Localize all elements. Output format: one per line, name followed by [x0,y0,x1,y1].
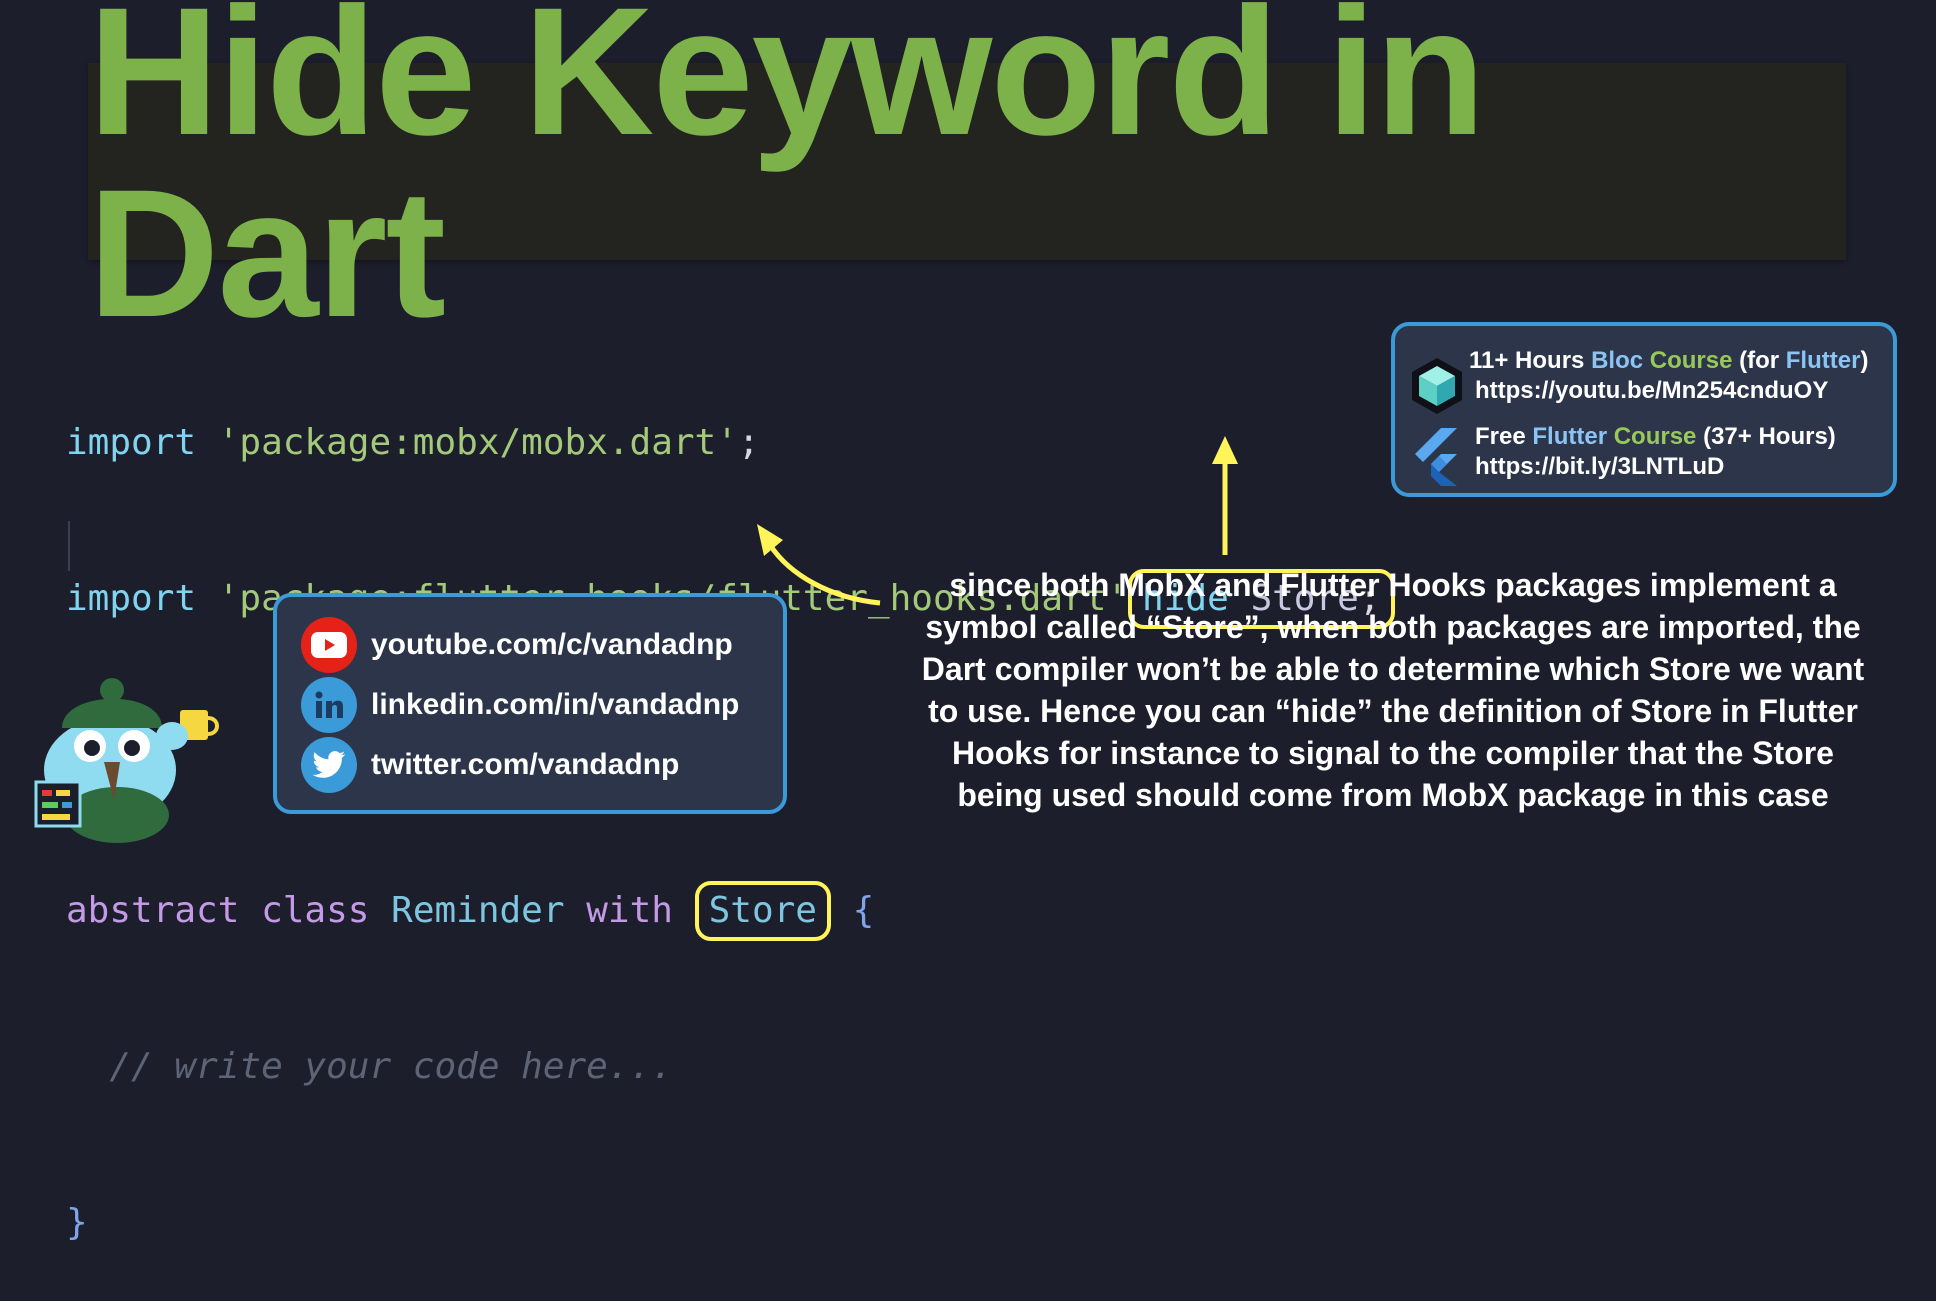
twitter-label[interactable]: twitter.com/vandadnp [371,748,679,782]
cube-icon [1412,358,1462,414]
flutter-word: Flutter [1532,423,1608,450]
explanation-line: Hooks for instance to signal to the comp… [952,735,1834,771]
keyword-class: class [261,890,370,931]
keyword-abstract: abstract [66,890,240,931]
hours-note: (37+ Hours) [1696,423,1836,450]
linkedin-icon [301,677,357,733]
bloc-course-link[interactable]: https://youtu.be/Mn254cnduOY [1475,376,1868,406]
code-line-4: abstract class Reminder with Store { [66,881,1395,941]
keyword-import: import [66,578,197,619]
flutter-course-info[interactable]: Free Flutter Course (37+ Hours) https://… [1475,422,1836,482]
flutter-word: Flutter [1785,347,1861,374]
mascot-image [34,678,219,843]
open-brace: { [852,890,875,931]
flutter-course-link[interactable]: https://bit.ly/3LNTLuD [1475,452,1836,482]
free-word: Free [1475,423,1533,450]
explanation-line: being used should come from MobX package… [957,777,1829,813]
keyword-with: with [586,890,673,931]
indent-guide [68,521,70,571]
explanation-line: to use. Hence you can “hide” the definit… [928,693,1858,729]
course-word: Course [1613,423,1697,450]
paren: ) [1860,347,1869,374]
for-word: (for [1732,347,1786,374]
youtube-label[interactable]: youtube.com/c/vandadnp [371,628,733,662]
bloc-course-info[interactable]: 11+ Hours Bloc Course (for Flutter) http… [1469,346,1868,406]
course-card[interactable]: 11+ Hours Bloc Course (for Flutter) http… [1391,322,1897,497]
explanation-line: since both MobX and Flutter Hooks packag… [949,567,1837,603]
linkedin-label[interactable]: linkedin.com/in/vandadnp [371,688,739,722]
linkedin-link[interactable]: linkedin.com/in/vandadnp [301,677,739,733]
code-line-6: } [66,1197,1395,1249]
code-line-5: // write your code here... [66,1041,1395,1093]
store-highlight: Store [694,881,831,941]
explanation-line: symbol called “Store”, when both package… [925,609,1861,645]
flutter-icon [1415,428,1457,486]
keyword-import: import [66,422,197,463]
youtube-link[interactable]: youtube.com/c/vandadnp [301,617,733,673]
semicolon: ; [737,422,760,463]
explanation-line: Dart compiler won’t be able to determine… [921,651,1865,687]
mixin-type: Store [708,890,817,931]
twitter-icon [301,737,357,793]
class-name: Reminder [391,890,565,931]
page-title: Hide Keyword in Dart [88,0,1486,355]
twitter-link[interactable]: twitter.com/vandadnp [301,737,679,793]
code-comment: // write your code here... [109,1046,673,1087]
title-banner: Hide Keyword in Dart [88,0,1846,355]
import-path: 'package:mobx/mobx.dart' [217,422,738,463]
code-line-1: import 'package:mobx/mobx.dart'; [66,417,1395,469]
bloc-word: Bloc [1591,347,1644,374]
course-word: Course [1649,347,1733,374]
bloc-course-prefix: 11+ Hours [1469,347,1592,374]
explanation-text: since both MobX and Flutter Hooks packag… [870,564,1916,816]
youtube-icon [301,617,357,673]
close-brace: } [66,1202,88,1243]
social-links-card: youtube.com/c/vandadnp linkedin.com/in/v… [273,593,787,814]
